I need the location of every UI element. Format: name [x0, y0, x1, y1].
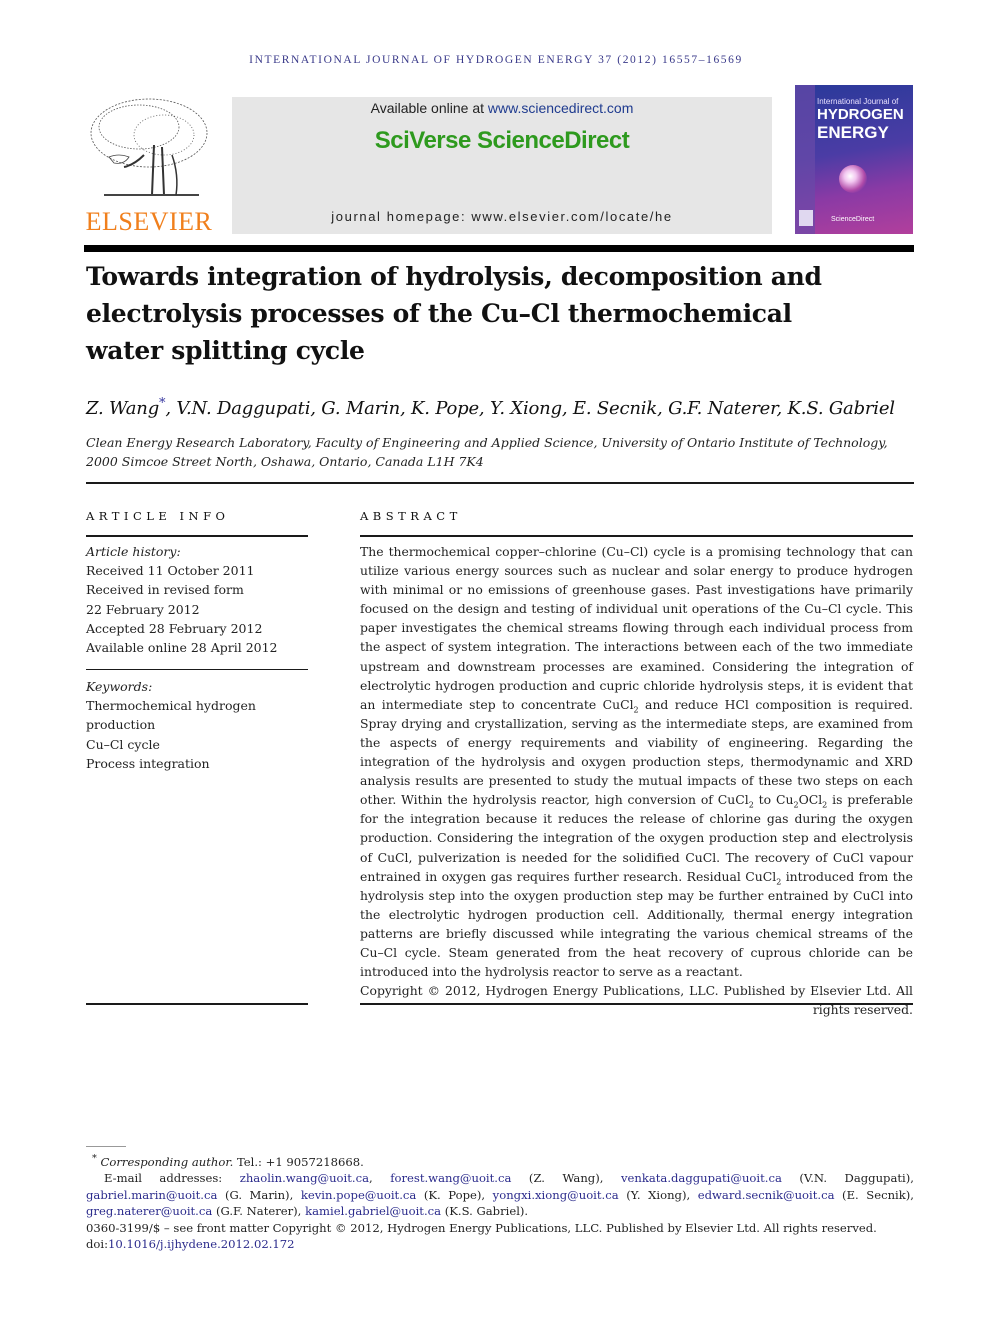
abstract-text: The thermochemical copper–chlorine (Cu–C…	[360, 544, 914, 980]
header-rule	[84, 245, 914, 252]
article-history: Article history: Received 11 October 201…	[86, 542, 316, 657]
email-link[interactable]: venkata.daggupati@uoit.ca	[621, 1171, 782, 1185]
corresponding-author-note: * Corresponding author. Tel.: +1 9057218…	[92, 1153, 364, 1169]
abstract-bottom-rule	[360, 1003, 913, 1005]
history-rule	[86, 669, 308, 670]
cover-line1: International Journal of	[817, 97, 899, 106]
history-item: Received 11 October 2011	[86, 563, 255, 579]
doi-line: doi:10.1016/j.ijhydene.2012.02.172	[86, 1237, 295, 1252]
article-info-rule	[86, 535, 308, 537]
sciencedirect-link[interactable]: www.sciencedirect.com	[488, 100, 634, 116]
affiliation-rule	[86, 482, 914, 484]
cover-line3: ENERGY	[817, 123, 889, 142]
email-link[interactable]: kevin.pope@uoit.ca	[301, 1188, 416, 1202]
keyword-item: Cu–Cl cycle	[86, 736, 160, 752]
keywords: Keywords: Thermochemical hydrogen produc…	[86, 677, 316, 773]
abstract-heading: Abstract	[360, 509, 462, 523]
footnotes: * Corresponding author. Tel.: +1 9057218…	[86, 1151, 914, 1253]
affiliation-line2: 2000 Simcoe Street North, Oshawa, Ontari…	[86, 454, 484, 469]
email-link[interactable]: zhaolin.wang@uoit.ca	[240, 1171, 369, 1185]
email-link[interactable]: gabriel.marin@uoit.ca	[86, 1188, 217, 1202]
history-item: 22 February 2012	[86, 601, 200, 617]
history-item: Received in revised form	[86, 582, 244, 598]
author-rest: , V.N. Daggupati, G. Marin, K. Pope, Y. …	[165, 398, 895, 419]
elsevier-logo[interactable]: ELSEVIER	[84, 95, 214, 237]
keywords-label: Keywords:	[86, 679, 153, 694]
sciverse-brand[interactable]: SciVerse ScienceDirect	[232, 127, 772, 155]
abstract-body: The thermochemical copper–chlorine (Cu–C…	[360, 542, 913, 1019]
sciencedirect-banner: Available online at www.sciencedirect.co…	[232, 97, 772, 234]
history-item: Accepted 28 February 2012	[86, 620, 263, 636]
cover-orb-icon	[839, 165, 867, 193]
email-addresses: E-mail addresses: zhaolin.wang@uoit.ca, …	[86, 1171, 914, 1219]
front-matter: 0360-3199/$ – see front matter Copyright…	[86, 1220, 877, 1235]
journal-cover[interactable]: International Journal of HYDROGEN ENERGY…	[795, 85, 913, 234]
email-link[interactable]: kamiel.gabriel@uoit.ca	[305, 1204, 441, 1218]
keyword-item: Process integration	[86, 755, 210, 771]
email-link[interactable]: edward.secnik@uoit.ca	[698, 1188, 835, 1202]
cover-publisher-icon	[799, 210, 813, 226]
article-info-bottom-rule	[86, 1003, 308, 1005]
history-label: Article history:	[86, 544, 181, 559]
email-link[interactable]: forest.wang@uoit.ca	[390, 1171, 511, 1185]
history-item: Available online 28 April 2012	[86, 640, 278, 656]
abstract-copyright: Copyright © 2012, Hydrogen Energy Public…	[360, 983, 913, 1018]
cover-footer: ScienceDirect	[831, 216, 875, 223]
keyword-item: Thermochemical hydrogen	[86, 698, 256, 714]
footnote-rule	[86, 1146, 126, 1147]
elsevier-wordmark: ELSEVIER	[85, 207, 213, 236]
article-info-heading: Article info	[86, 509, 230, 523]
author-list: Z. Wang*, V.N. Daggupati, G. Marin, K. P…	[86, 396, 926, 419]
email-link[interactable]: greg.naterer@uoit.ca	[86, 1204, 212, 1218]
email-link[interactable]: yongxi.xiong@uoit.ca	[493, 1188, 619, 1202]
affiliation: Clean Energy Research Laboratory, Facult…	[86, 433, 916, 471]
abstract-rule	[360, 535, 913, 537]
available-online: Available online at www.sciencedirect.co…	[370, 100, 634, 116]
journal-homepage[interactable]: journal homepage: www.elsevier.com/locat…	[232, 209, 772, 224]
doi-link[interactable]: 10.1016/j.ijhydene.2012.02.172	[108, 1237, 295, 1251]
affiliation-line1: Clean Energy Research Laboratory, Facult…	[86, 435, 888, 450]
elsevier-tree-icon	[90, 98, 208, 196]
author-first[interactable]: Z. Wang	[86, 398, 159, 419]
keyword-item: production	[86, 717, 156, 733]
article-title: Towards integration of hydrolysis, decom…	[86, 262, 822, 365]
running-head: International Journal of Hydrogen Energy…	[249, 54, 743, 66]
cover-line2: HYDROGEN	[817, 106, 904, 123]
